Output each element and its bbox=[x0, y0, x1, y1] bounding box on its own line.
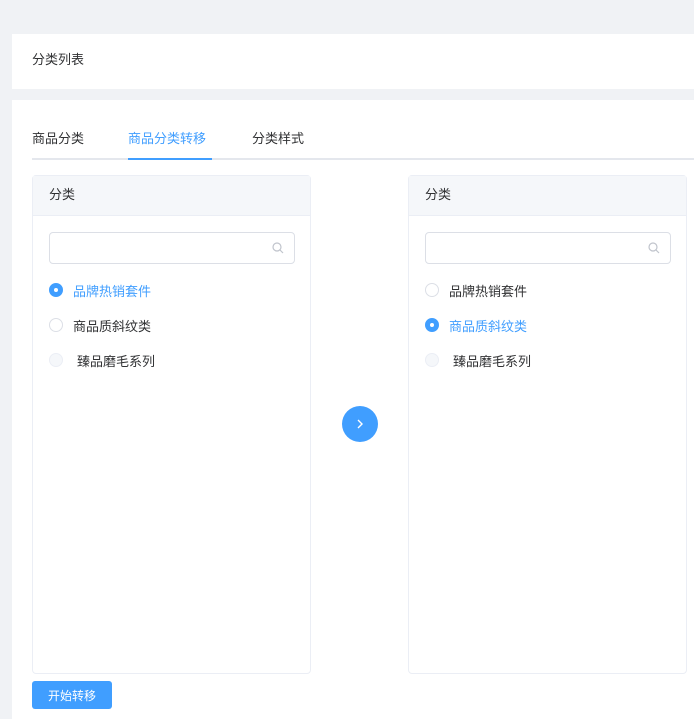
option-label: 臻品磨毛系列 bbox=[77, 354, 156, 370]
search-icon bbox=[272, 242, 284, 254]
category-option[interactable]: 商品质斜纹类 bbox=[49, 315, 151, 335]
panel-header: 分类 bbox=[409, 176, 686, 216]
search-input[interactable] bbox=[60, 233, 270, 263]
tab-bar: 商品分类 商品分类转移 分类样式 bbox=[32, 130, 694, 160]
search-box[interactable] bbox=[425, 232, 671, 264]
option-label: 品牌热销套件 bbox=[73, 284, 152, 300]
page-title: 分类列表 bbox=[32, 53, 85, 68]
radio-disabled bbox=[425, 353, 439, 367]
tab-category-style[interactable]: 分类样式 bbox=[252, 130, 304, 160]
category-option[interactable]: 商品质斜纹类 bbox=[425, 315, 527, 335]
category-option: 臻品磨毛系列 bbox=[49, 350, 155, 370]
search-icon bbox=[648, 242, 660, 254]
transfer-arrow-button[interactable] bbox=[342, 406, 378, 442]
tab-active-indicator bbox=[128, 158, 212, 160]
tab-category-transfer[interactable]: 商品分类转移 bbox=[128, 130, 206, 160]
tab-product-category[interactable]: 商品分类 bbox=[32, 130, 84, 160]
title-card: 分类列表 bbox=[12, 34, 694, 89]
radio-unchecked[interactable] bbox=[425, 283, 439, 297]
start-transfer-button[interactable]: 开始转移 bbox=[32, 681, 112, 709]
option-label: 品牌热销套件 bbox=[449, 284, 528, 300]
chevron-right-icon bbox=[357, 419, 363, 429]
search-box[interactable] bbox=[49, 232, 295, 264]
category-option: 臻品磨毛系列 bbox=[425, 350, 531, 370]
option-label: 臻品磨毛系列 bbox=[453, 354, 532, 370]
category-option[interactable]: 品牌热销套件 bbox=[425, 280, 527, 300]
radio-unchecked[interactable] bbox=[49, 318, 63, 332]
panel-header: 分类 bbox=[33, 176, 310, 216]
top-strip bbox=[0, 0, 694, 13]
option-label: 商品质斜纹类 bbox=[73, 319, 152, 335]
option-label: 商品质斜纹类 bbox=[449, 319, 528, 335]
radio-checked[interactable] bbox=[49, 283, 63, 297]
radio-disabled bbox=[49, 353, 63, 367]
main-card: 商品分类 商品分类转移 分类样式 分类 品牌热销套件 商品质斜纹类 臻品磨毛系列 bbox=[12, 100, 694, 719]
radio-checked[interactable] bbox=[425, 318, 439, 332]
category-option[interactable]: 品牌热销套件 bbox=[49, 280, 151, 300]
target-category-panel: 分类 品牌热销套件 商品质斜纹类 臻品磨毛系列 bbox=[408, 175, 687, 674]
search-input[interactable] bbox=[436, 233, 646, 263]
source-category-panel: 分类 品牌热销套件 商品质斜纹类 臻品磨毛系列 bbox=[32, 175, 311, 674]
